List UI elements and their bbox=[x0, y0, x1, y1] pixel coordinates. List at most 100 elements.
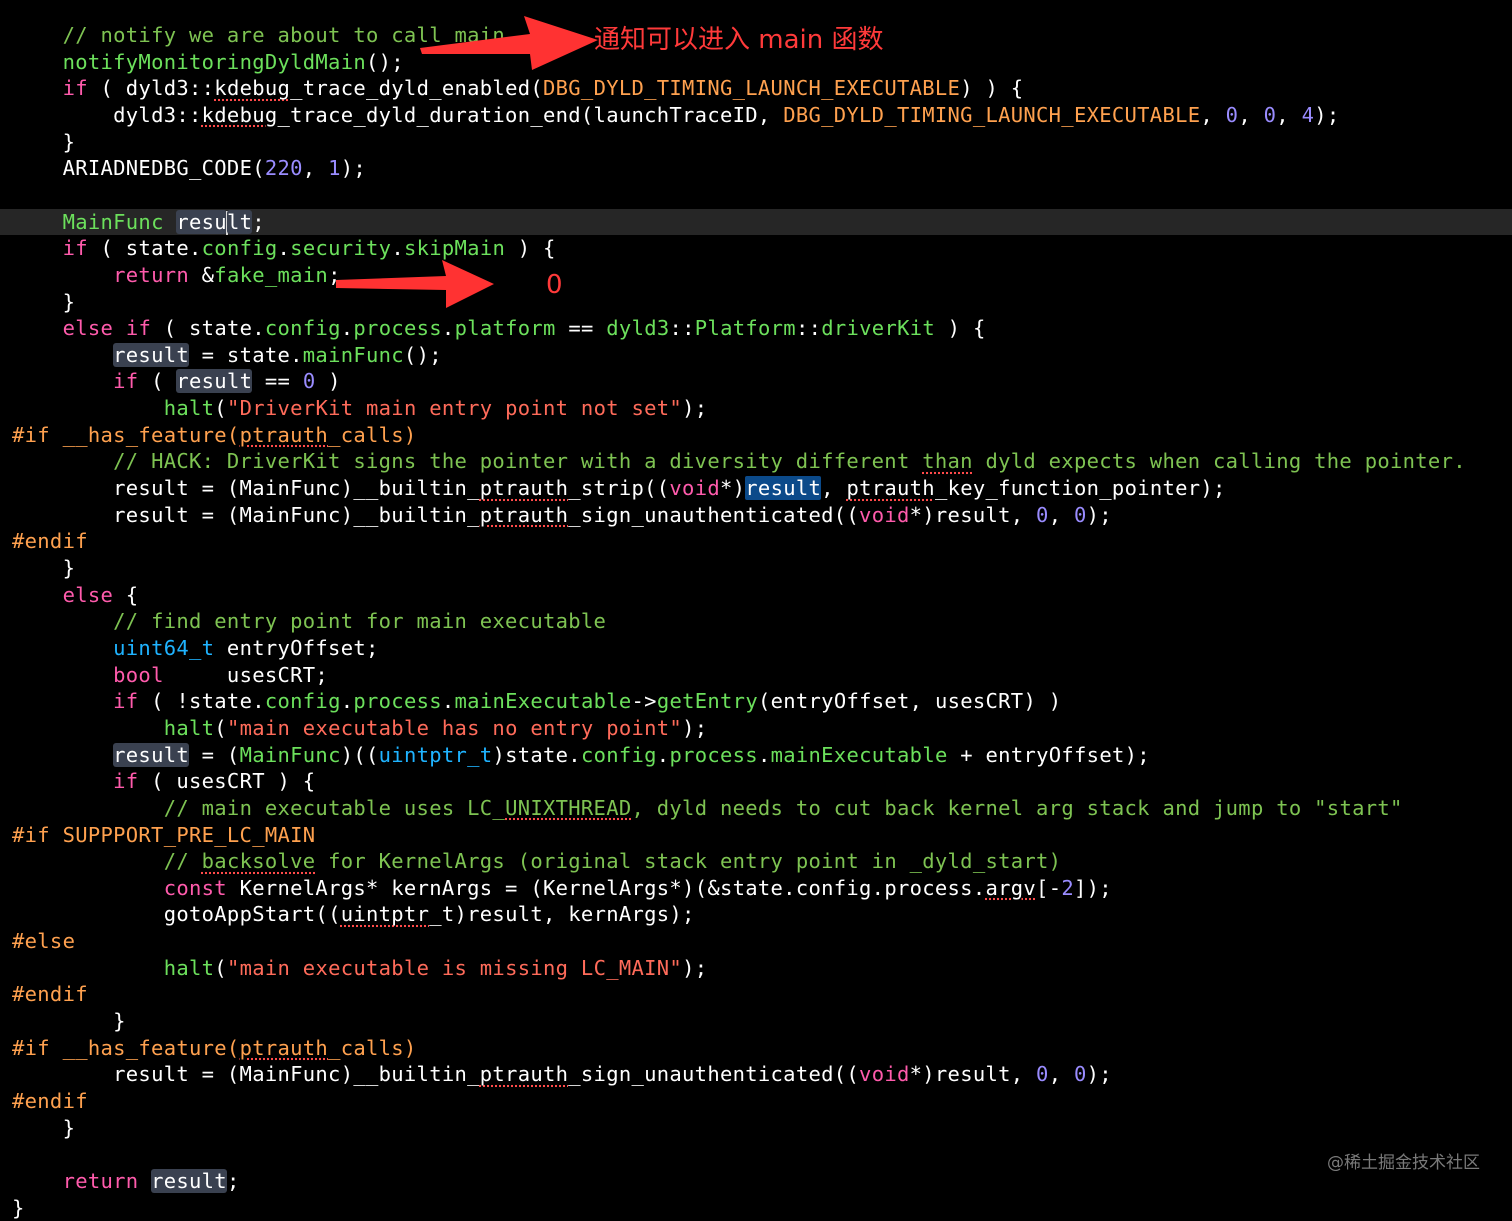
code-token: than bbox=[922, 449, 973, 474]
code-line[interactable]: // find entry point for main executable bbox=[0, 608, 1512, 635]
code-line[interactable]: // HACK: DriverKit signs the pointer wit… bbox=[0, 448, 1512, 475]
code-line[interactable]: else if ( state.config.process.platform … bbox=[0, 315, 1512, 342]
code-line[interactable]: } bbox=[0, 1195, 1512, 1221]
code-token: else bbox=[62, 582, 114, 607]
code-token: (); bbox=[366, 49, 404, 74]
code-token: [- bbox=[1036, 875, 1062, 900]
code-token: uintptr bbox=[340, 902, 430, 927]
code-token: , bbox=[302, 156, 329, 181]
code-line[interactable]: result = (MainFunc)__builtin_ptrauth_sig… bbox=[0, 502, 1512, 529]
code-line[interactable] bbox=[0, 1141, 1512, 1168]
code-token: , bbox=[1238, 102, 1264, 127]
code-line[interactable]: #if __has_feature(ptrauth_calls) bbox=[0, 422, 1512, 449]
annotation-note-main: 通知可以进入 main 函数 bbox=[594, 25, 884, 55]
code-token: MainFunc bbox=[62, 209, 164, 234]
code-line[interactable]: ARIADNEDBG_CODE(220, 1); bbox=[0, 155, 1512, 182]
code-token: #endif bbox=[12, 982, 88, 1007]
code-token: *) bbox=[719, 476, 746, 501]
code-token: -> bbox=[631, 689, 657, 714]
red-arrow-icon bbox=[336, 260, 494, 308]
code-token: 0 bbox=[1225, 102, 1239, 127]
code-line[interactable]: #else bbox=[0, 928, 1512, 955]
code-line[interactable]: } bbox=[0, 289, 1512, 316]
code-token: if bbox=[62, 76, 88, 101]
code-token: void bbox=[859, 1062, 910, 1087]
code-token: result bbox=[113, 742, 189, 767]
code-line[interactable]: } bbox=[0, 129, 1512, 156]
code-line[interactable]: // main executable uses LC_UNIXTHREAD, d… bbox=[0, 795, 1512, 822]
code-token: resu bbox=[176, 209, 227, 234]
code-line[interactable]: const KernelArgs* kernArgs = (KernelArgs… bbox=[0, 875, 1512, 902]
code-token: dyld3:: bbox=[113, 102, 202, 127]
code-token: _key_function_pointer); bbox=[934, 476, 1226, 501]
code-line[interactable]: if ( dyld3::kdebug_trace_dyld_enabled(DB… bbox=[0, 75, 1512, 102]
code-token: ; bbox=[226, 1168, 240, 1193]
code-line[interactable]: gotoAppStart((uintptr_t)result, kernArgs… bbox=[0, 901, 1512, 928]
code-line[interactable]: #if __has_feature(ptrauth_calls) bbox=[0, 1035, 1512, 1062]
code-line[interactable]: bool usesCRT; bbox=[0, 662, 1512, 689]
code-line[interactable]: result = state.mainFunc(); bbox=[0, 342, 1512, 369]
code-token: ); bbox=[682, 715, 708, 740]
code-line[interactable]: halt("DriverKit main entry point not set… bbox=[0, 395, 1512, 422]
code-line[interactable]: #endif bbox=[0, 981, 1512, 1008]
code-line[interactable]: if ( state.config.security.skipMain ) { bbox=[0, 235, 1512, 262]
code-line[interactable]: if ( !state.config.process.mainExecutabl… bbox=[0, 688, 1512, 715]
code-line[interactable]: } bbox=[0, 555, 1512, 582]
code-line[interactable]: // backsolve for KernelArgs (original st… bbox=[0, 848, 1512, 875]
code-line[interactable]: dyld3::kdebug_trace_dyld_duration_end(la… bbox=[0, 102, 1512, 129]
code-token: mainExecutable bbox=[454, 689, 632, 714]
code-token: . bbox=[441, 316, 455, 341]
code-line[interactable]: #endif bbox=[0, 528, 1512, 555]
code-line[interactable]: result = (MainFunc)((uintptr_t)state.con… bbox=[0, 742, 1512, 769]
code-token: void bbox=[669, 476, 720, 501]
code-token: if bbox=[62, 236, 88, 261]
code-line[interactable]: } bbox=[0, 1115, 1512, 1142]
code-line[interactable]: #endif bbox=[0, 1088, 1512, 1115]
code-line[interactable]: } bbox=[0, 1008, 1512, 1035]
code-token: ) { bbox=[505, 236, 556, 261]
code-line[interactable]: result = (MainFunc)__builtin_ptrauth_sig… bbox=[0, 1061, 1512, 1088]
code-line[interactable]: halt("main executable has no entry point… bbox=[0, 715, 1512, 742]
code-line[interactable]: result = (MainFunc)__builtin_ptrauth_str… bbox=[0, 475, 1512, 502]
code-token: } bbox=[62, 289, 76, 314]
code-token: 1 bbox=[328, 156, 341, 181]
code-token: #endif bbox=[12, 1089, 88, 1113]
code-line[interactable]: #if SUPPPORT_PRE_LC_MAIN bbox=[0, 822, 1512, 849]
code-token: mainExecutable bbox=[770, 742, 948, 767]
code-line[interactable]: else { bbox=[0, 582, 1512, 609]
code-line[interactable]: return result; bbox=[0, 1168, 1512, 1195]
code-line[interactable]: if ( result == 0 ) bbox=[0, 368, 1512, 395]
code-line[interactable]: if ( usesCRT ) { bbox=[0, 768, 1512, 795]
code-token: ptrauth bbox=[479, 1062, 569, 1087]
code-editor[interactable]: // notify we are about to call main noti… bbox=[0, 0, 1512, 1220]
red-arrow-icon bbox=[420, 16, 598, 70]
code-token: } bbox=[62, 556, 76, 580]
code-token: result bbox=[176, 369, 253, 394]
code-token: *)result, bbox=[909, 502, 1037, 527]
code-token: return bbox=[62, 1168, 139, 1193]
code-token: config bbox=[264, 689, 341, 714]
code-token: . bbox=[277, 236, 291, 261]
code-line[interactable]: halt("main executable is missing LC_MAIN… bbox=[0, 955, 1512, 982]
code-line[interactable] bbox=[0, 182, 1512, 209]
code-token: . bbox=[391, 236, 404, 261]
code-token: , bbox=[1048, 502, 1074, 527]
code-token: _strip(( bbox=[568, 476, 670, 501]
code-token: (); bbox=[403, 342, 442, 367]
code-token: ); bbox=[682, 955, 708, 980]
code-line[interactable]: MainFunc result; bbox=[0, 208, 1512, 236]
code-line[interactable]: return &fake_main; bbox=[0, 262, 1512, 289]
code-token: argv bbox=[985, 875, 1037, 900]
code-line[interactable]: uint64_t entryOffset; bbox=[0, 635, 1512, 662]
